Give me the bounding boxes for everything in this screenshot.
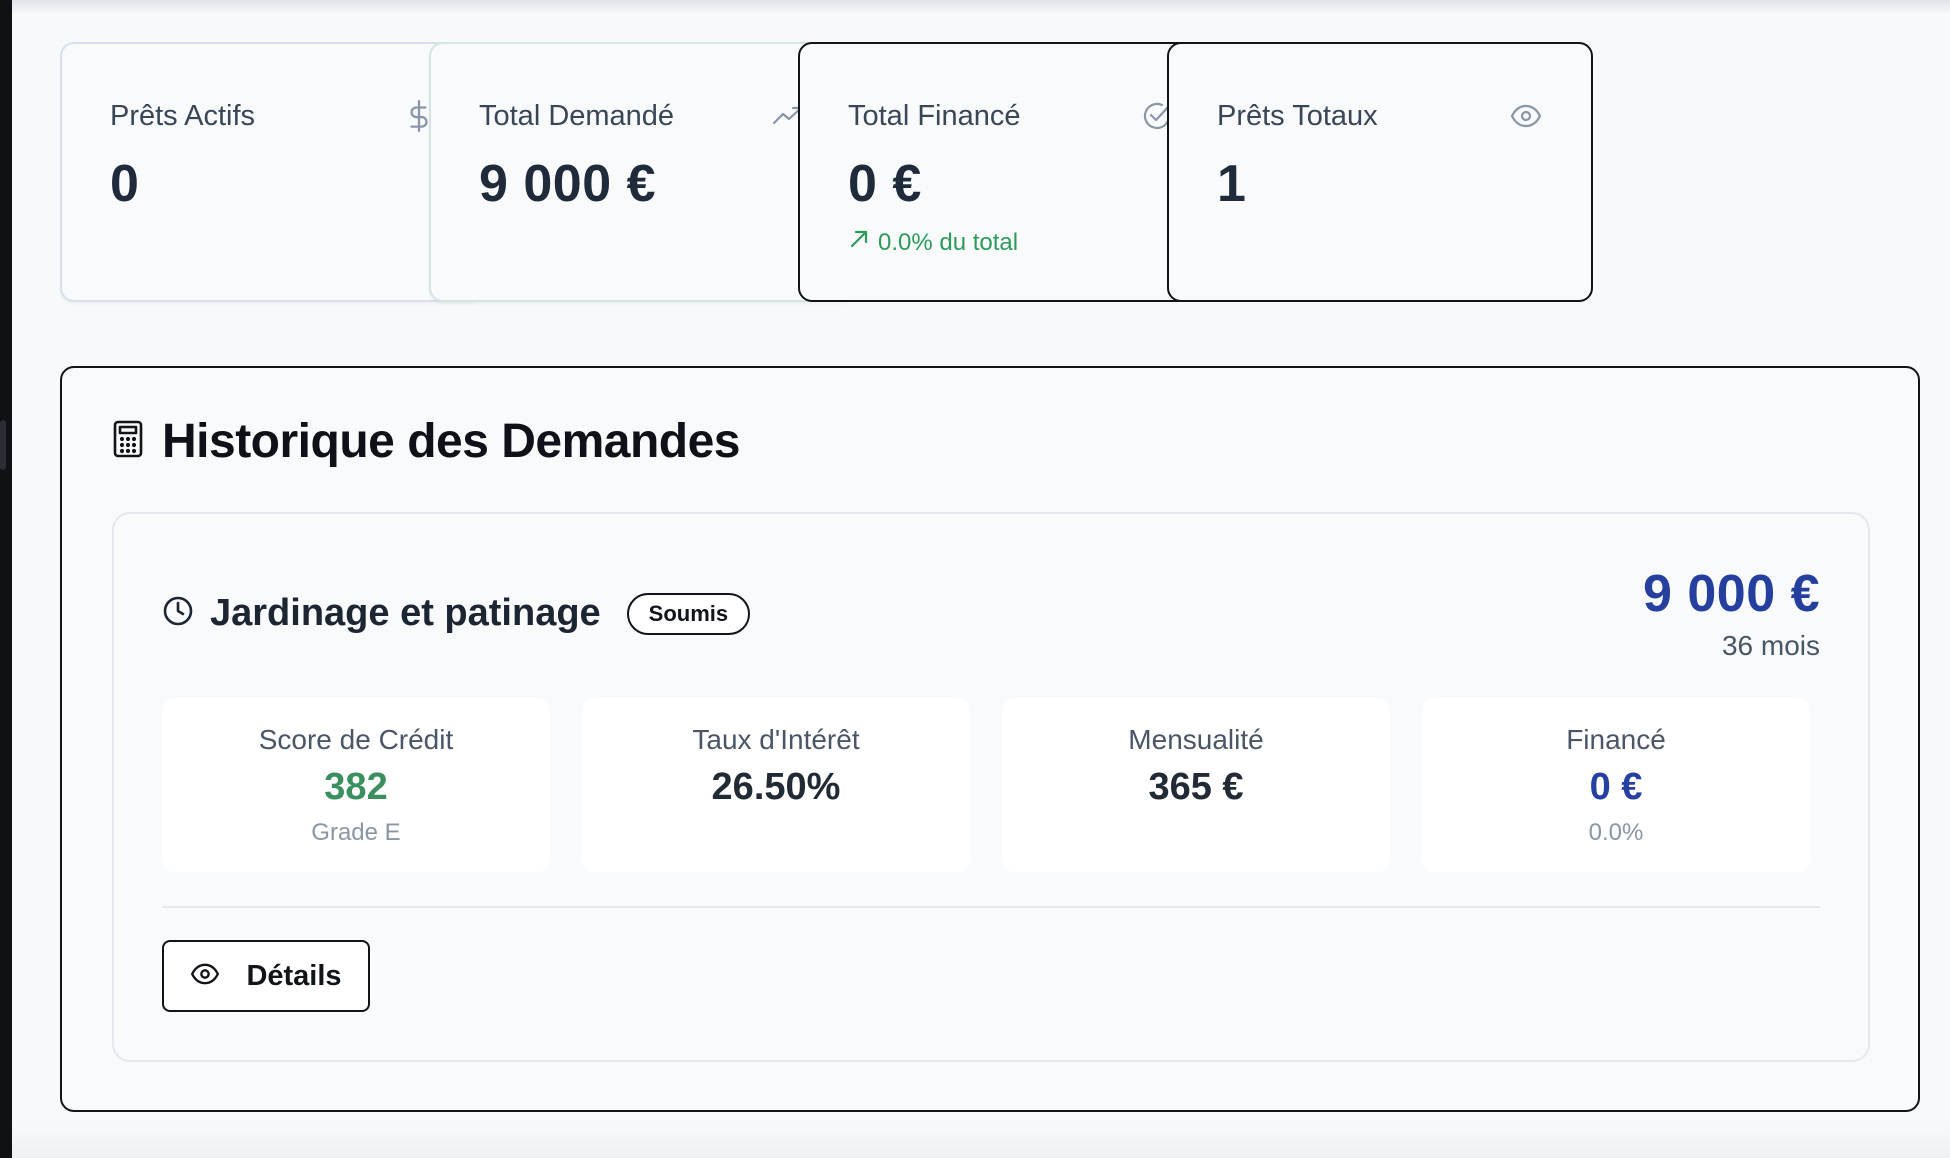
details-button[interactable]: Détails — [162, 940, 370, 1012]
dashboard-page: Prêts Actifs 0 Total Demandé 9 000 € Tot… — [12, 0, 1950, 1158]
metric-label: Financé — [1566, 724, 1666, 755]
loan-request-card: Jardinage et patinage Soumis 9 000 € 36 … — [112, 512, 1870, 1062]
divider — [162, 906, 1820, 908]
stat-card-total-loans: Prêts Totaux 1 — [1167, 42, 1593, 302]
metric-sub: Grade E — [311, 819, 401, 846]
stat-card-active-loans: Prêts Actifs 0 — [60, 42, 486, 302]
loan-duration: 36 mois — [1721, 630, 1820, 661]
stat-value: 9 000 € — [479, 155, 656, 213]
arrow-up-right-icon — [848, 228, 870, 257]
loan-metrics: Score de Crédit 382 Grade E Taux d'Intér… — [162, 698, 1810, 872]
eye-icon — [190, 960, 220, 993]
metric-label: Mensualité — [1128, 724, 1264, 755]
loan-header: Jardinage et patinage Soumis — [162, 592, 751, 635]
stat-label: Prêts Actifs — [110, 99, 256, 132]
metric-label: Score de Crédit — [258, 724, 454, 755]
loan-amount: 9 000 € — [1643, 565, 1820, 623]
stat-label: Prêts Totaux — [1217, 99, 1378, 132]
metric-interest-rate: Taux d'Intérêt 26.50% — [582, 698, 970, 872]
details-button-label: Détails — [246, 959, 342, 992]
header-shadow — [12, 0, 1950, 14]
stat-value: 0 € — [848, 155, 922, 213]
metric-sub: 0.0% — [1588, 819, 1644, 846]
loan-name: Jardinage et patinage — [210, 592, 601, 634]
metric-value: 365 € — [1148, 766, 1244, 808]
stat-label: Total Demandé — [479, 99, 675, 132]
eye-icon — [1509, 99, 1543, 133]
window-resize-handle[interactable] — [0, 420, 6, 470]
metric-value: 26.50% — [711, 766, 841, 808]
metric-monthly-payment: Mensualité 365 € — [1002, 698, 1390, 872]
clock-icon — [162, 595, 194, 632]
metric-value: 0 € — [1589, 766, 1643, 808]
calculator-icon — [112, 420, 144, 463]
stat-card-total-financed: Total Financé 0 € 0.0% du total — [798, 42, 1224, 302]
stat-trend-text: 0.0% du total — [878, 228, 1019, 256]
stat-value: 1 — [1217, 155, 1247, 213]
stat-value: 0 — [110, 155, 140, 213]
section-title: Historique des Demandes — [162, 415, 741, 468]
metric-credit-score: Score de Crédit 382 Grade E — [162, 698, 550, 872]
section-header: Historique des Demandes — [112, 414, 741, 469]
stat-trend: 0.0% du total — [848, 228, 1174, 257]
history-section: Historique des Demandes Jardinage et pat… — [60, 366, 1920, 1112]
metric-value: 382 — [324, 766, 388, 808]
stat-card-total-requested: Total Demandé 9 000 € — [429, 42, 855, 302]
metric-label: Taux d'Intérêt — [692, 724, 860, 755]
stat-label: Total Financé — [848, 99, 1021, 132]
metric-financed: Financé 0 € 0.0% — [1422, 698, 1810, 872]
bottom-fade — [12, 1122, 1950, 1158]
loan-amount-block: 9 000 € 36 mois — [1643, 564, 1820, 662]
status-badge: Soumis — [626, 592, 751, 635]
